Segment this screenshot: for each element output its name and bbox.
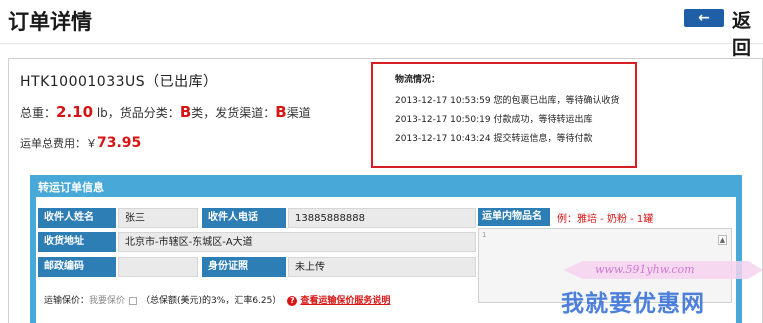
back-button[interactable]: 返回 [732, 6, 763, 60]
logistics-entry: 2013-12-17 10:53:59 您的包裹已出库，等待确认收货 [395, 96, 620, 106]
weight-unit: lb，货品分类： [93, 106, 180, 120]
weight-prefix: 总重： [20, 106, 57, 120]
weight-value: 2.10 [56, 103, 94, 121]
recipient-phone-label: 收件人电话 [202, 208, 286, 228]
recipient-phone-value: 13885888888 [288, 208, 476, 228]
goods-name-label: 运单内物品名 [478, 208, 550, 226]
logistics-title: 物流情况： [395, 75, 441, 85]
back-arrow-icon[interactable]: ← [684, 9, 724, 27]
insurance-line: 运输保价：我要保价 （总保额(美元)的3%，汇率6.25）? 查看运输保价服务说明 [44, 293, 390, 306]
order-number: HTK10001033US（已出库） [20, 74, 218, 90]
watermark-text: 我就要优惠网 [561, 291, 705, 317]
address-value: 北京市-市辖区-东城区-A大道 [118, 232, 476, 252]
logistics-entry: 2013-12-17 10:50:19 付款成功，等待转运出库 [395, 115, 593, 125]
fee-line: 运单总费用：￥73.95 [20, 135, 141, 151]
insurance-note: （总保额(美元)的3%，汇率6.25） [141, 296, 282, 306]
postcode-value [118, 257, 198, 277]
top-bar: 订单详情 ← 返回 [0, 0, 763, 59]
id-photo-label: 身份证照 [202, 257, 286, 277]
scroll-up-icon[interactable]: ▲ [718, 235, 727, 245]
line-counter: 1 [482, 231, 487, 239]
logistics-entry: 2013-12-17 10:43:24 提交转运信息，等待付款 [395, 134, 593, 144]
insurance-option-label: 我要保价 [89, 296, 126, 306]
fee-label: 运单总费用：￥ [20, 137, 97, 150]
insurance-help-link[interactable]: 查看运输保价服务说明 [300, 296, 390, 306]
postcode-label: 邮政编码 [38, 257, 116, 277]
channel-suffix: 渠道 [286, 106, 311, 120]
panel-title: 转运订单信息 [38, 181, 104, 194]
goods-example-hint: 例：雅培 - 奶粉 - 1罐 [557, 214, 654, 225]
logistics-box: 物流情况： 2013-12-17 10:53:59 您的包裹已出库，等待确认收货… [371, 62, 637, 168]
help-icon[interactable]: ? [287, 295, 298, 306]
recipient-name-label: 收件人姓名 [38, 208, 116, 228]
watermark-url: www.591yhw.com [595, 263, 695, 276]
insurance-label: 运输保价： [44, 296, 90, 306]
recipient-name-value: 张三 [118, 208, 198, 228]
category-suffix: 类，发货渠道： [191, 106, 276, 120]
channel-value: B [275, 103, 287, 121]
insurance-checkbox[interactable] [129, 296, 138, 305]
category-value: B [179, 103, 192, 121]
weight-line: 总重：2.10 lb，货品分类：B类，发货渠道：B渠道 [20, 103, 311, 121]
address-label: 收货地址 [38, 232, 116, 252]
page-title: 订单详情 [8, 10, 92, 34]
id-photo-status: 未上传 [288, 257, 476, 277]
fee-amount: 73.95 [97, 135, 142, 151]
